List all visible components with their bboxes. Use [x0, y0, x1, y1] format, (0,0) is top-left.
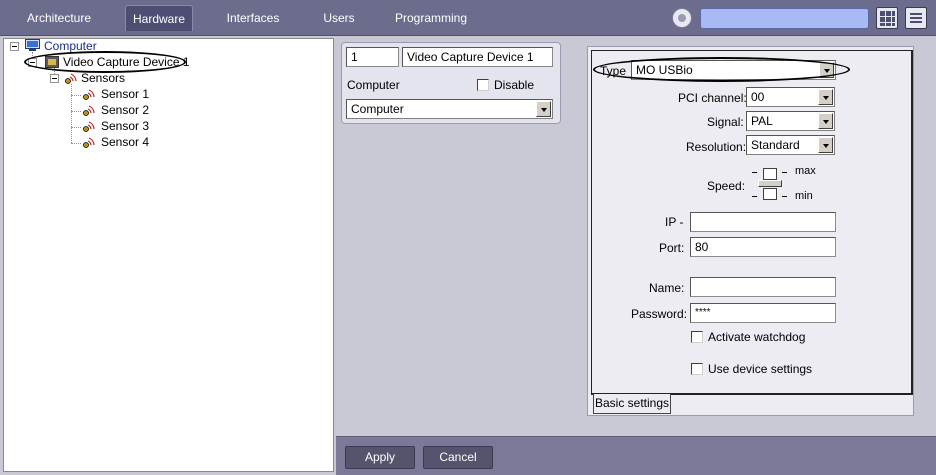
- tree-node-sensor[interactable]: Sensor 1: [101, 86, 149, 102]
- watchdog-checkbox[interactable]: [691, 331, 703, 343]
- password-label: Password:: [631, 307, 688, 321]
- pci-channel-label: PCI channel:: [678, 91, 747, 105]
- pci-channel-select[interactable]: 00: [746, 87, 835, 107]
- apply-button[interactable]: Apply: [345, 446, 415, 469]
- signal-label: Signal:: [707, 115, 744, 129]
- device-id-field[interactable]: 1: [346, 47, 399, 67]
- grid-view-icon[interactable]: [876, 7, 898, 29]
- speed-label: Speed:: [707, 179, 746, 193]
- sensor-icon: [83, 137, 95, 148]
- tree-node-label: Sensor 4: [101, 135, 150, 149]
- speed-slider[interactable]: [752, 166, 792, 202]
- name-label: Name:: [649, 281, 685, 295]
- tree-line: [71, 143, 81, 144]
- speed-min-label: min: [795, 190, 813, 202]
- tree-node-sensors[interactable]: Sensors: [81, 70, 125, 86]
- hardware-tree-panel: [3, 38, 334, 472]
- resolution-select[interactable]: Standard: [746, 135, 835, 155]
- highlight-ellipse: [593, 57, 850, 82]
- chevron-down-icon: [818, 137, 833, 153]
- tree-node-label: Sensor 1: [101, 87, 150, 101]
- use-device-settings-checkbox[interactable]: [691, 363, 703, 375]
- sensor-icon: [83, 105, 95, 116]
- tab-hardware[interactable]: Hardware: [125, 5, 193, 31]
- ip-field[interactable]: [690, 212, 836, 232]
- pci-channel-value: 00: [751, 90, 765, 104]
- tab-architecture[interactable]: Architecture: [18, 5, 100, 31]
- tree-line: [71, 84, 72, 143]
- action-bar: Apply Cancel: [336, 436, 936, 475]
- computer-select-value: Computer: [351, 102, 404, 116]
- tree-node-sensor[interactable]: Sensor 4: [101, 134, 149, 150]
- speed-slider-thumb[interactable]: [758, 180, 782, 187]
- name-field[interactable]: [690, 277, 836, 297]
- disable-checkbox[interactable]: [477, 79, 489, 91]
- tab-interfaces[interactable]: Interfaces: [220, 5, 286, 31]
- use-device-settings-label: Use device settings: [708, 362, 813, 376]
- chevron-down-icon: [818, 113, 833, 129]
- tree-node-sensor[interactable]: Sensor 3: [101, 118, 149, 134]
- signal-select[interactable]: PAL: [746, 111, 835, 131]
- chevron-down-icon: [818, 89, 833, 105]
- sensor-icon: [83, 121, 95, 132]
- top-navigation-bar: Architecture Hardware Interfaces Users P…: [0, 0, 936, 36]
- speed-max-label: max: [795, 165, 816, 177]
- sensor-icon: [83, 89, 95, 100]
- tab-users[interactable]: Users: [318, 5, 360, 31]
- tree-line: [71, 111, 81, 112]
- port-label: Port:: [659, 241, 685, 255]
- tree-node-label: Sensors: [81, 71, 126, 85]
- port-field[interactable]: 80: [690, 237, 836, 257]
- sensor-icon: [65, 73, 77, 84]
- tree-line: [71, 127, 81, 128]
- tree-line: [71, 95, 81, 96]
- gear-icon[interactable]: [672, 8, 692, 28]
- collapse-toggle-icon[interactable]: [50, 74, 59, 83]
- tab-programming[interactable]: Programming: [391, 5, 471, 31]
- device-name-field[interactable]: Video Capture Device 1: [402, 47, 553, 67]
- computer-label: Computer: [347, 78, 400, 92]
- chevron-down-icon: [536, 101, 551, 117]
- computer-select[interactable]: Computer: [346, 99, 553, 119]
- signal-value: PAL: [751, 114, 773, 128]
- tree-node-sensor[interactable]: Sensor 2: [101, 102, 149, 118]
- resolution-value: Standard: [751, 138, 800, 152]
- cancel-button[interactable]: Cancel: [423, 446, 493, 469]
- watchdog-label: Activate watchdog: [708, 330, 806, 344]
- tree-node-label: Sensor 3: [101, 119, 150, 133]
- tab-basic-settings[interactable]: Basic settings: [593, 394, 671, 414]
- search-input[interactable]: [700, 8, 869, 29]
- computer-icon: [25, 39, 40, 51]
- collapse-toggle-icon[interactable]: [10, 42, 19, 51]
- disable-label: Disable: [494, 78, 535, 92]
- resolution-label: Resolution:: [686, 140, 747, 154]
- ip-label: IP -: [665, 215, 684, 229]
- tree-node-label: Sensor 2: [101, 103, 150, 117]
- password-field[interactable]: ****: [690, 303, 836, 323]
- menu-icon[interactable]: [905, 7, 927, 29]
